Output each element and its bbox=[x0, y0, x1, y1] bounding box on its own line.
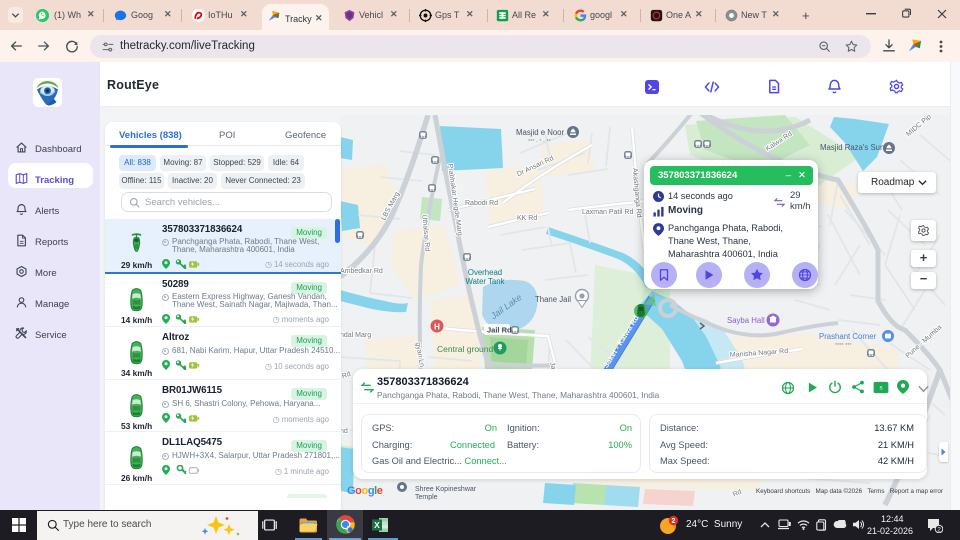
svg-text:**** ***: **** *** bbox=[835, 343, 852, 349]
svg-text:Prashant Corner: Prashant Corner bbox=[819, 332, 877, 341]
svg-text:X: X bbox=[374, 520, 380, 530]
svg-text:Masjid Raza's Sunni: Masjid Raza's Sunni bbox=[820, 143, 891, 152]
svg-text:2: 2 bbox=[672, 518, 676, 525]
svg-text:Laxman Patil Rd: Laxman Patil Rd bbox=[582, 209, 633, 216]
svg-text:s: s bbox=[879, 385, 882, 392]
svg-text:Rabodi Rd: Rabodi Rd bbox=[465, 200, 498, 207]
svg-text:OverheadWater Tank: Overhead Water Tank bbox=[466, 268, 505, 286]
svg-text:KK Rd: KK Rd bbox=[517, 215, 537, 222]
svg-text:Sayba Hall: Sayba Hall bbox=[727, 316, 765, 325]
svg-text:Ambedkar Rd: Ambedkar Rd bbox=[340, 268, 383, 275]
svg-text:ndal Marg: ndal Marg bbox=[340, 332, 371, 339]
svg-text:Central ground: Central ground bbox=[437, 344, 494, 354]
svg-text:*** - * - **: *** - * - ** bbox=[528, 139, 551, 145]
svg-text:Thane Jail: Thane Jail bbox=[535, 295, 571, 304]
svg-text:nd: nd bbox=[340, 428, 348, 435]
svg-text:Masjid e Noor: Masjid e Noor bbox=[516, 128, 565, 137]
svg-text:H: H bbox=[434, 323, 440, 332]
svg-text:2: 2 bbox=[937, 527, 941, 533]
svg-text:Jail Rd: Jail Rd bbox=[487, 326, 512, 335]
